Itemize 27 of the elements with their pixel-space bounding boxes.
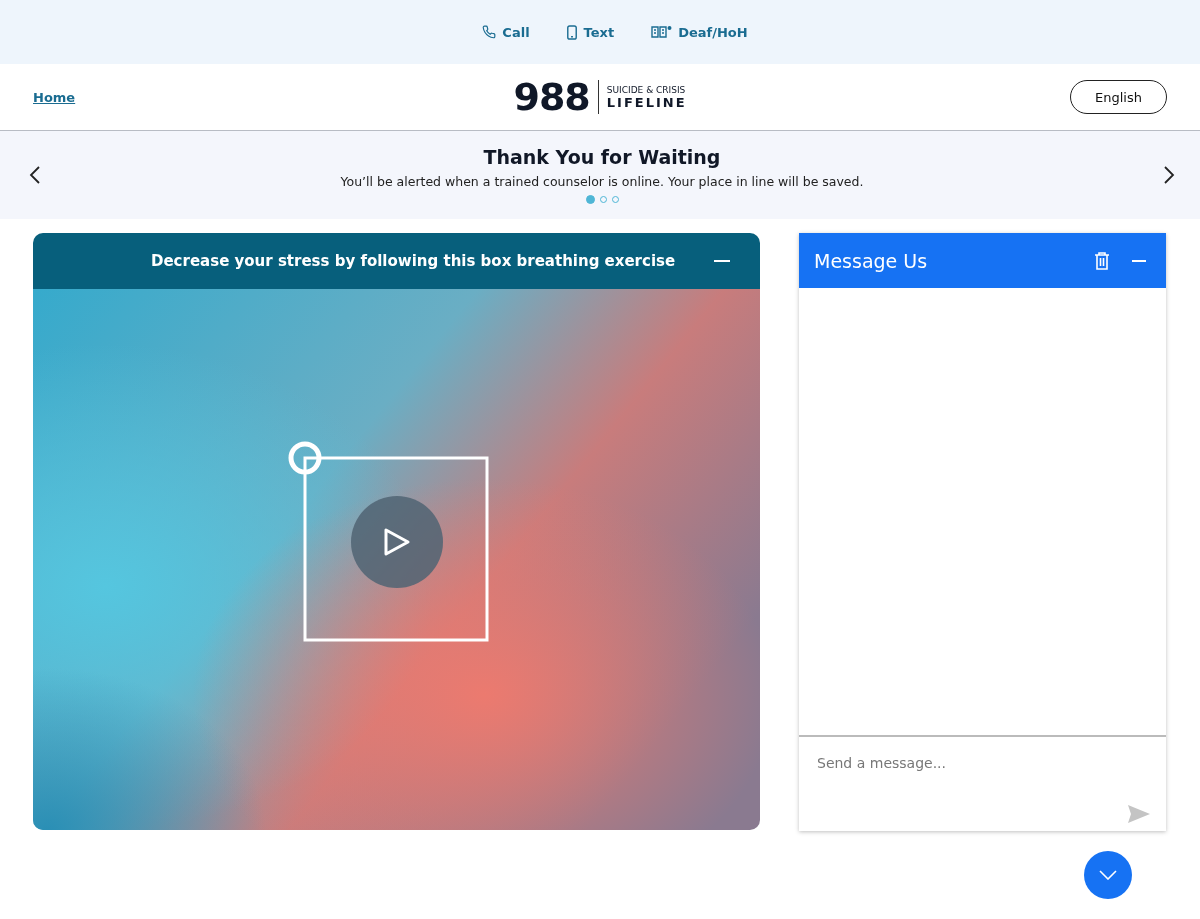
- logo-wordmark: LIFELINE: [606, 94, 687, 110]
- logo-number: 988: [513, 75, 590, 119]
- banner-message: You’ll be alerted when a trained counselor is online. Your place in line will be saved.: [340, 174, 864, 189]
- contact-link[interactable]: Text: [565, 24, 615, 40]
- banner-title: Thank You for Waiting: [483, 146, 721, 168]
- mobile-phone-icon: [565, 24, 578, 40]
- home-link[interactable]: Home: [33, 89, 76, 105]
- carousel-dot[interactable]: [585, 195, 595, 204]
- minus-icon: [714, 260, 730, 262]
- minus-icon: [1132, 259, 1146, 262]
- card-title: Decrease your stress by following this box breathing exercise: [151, 252, 676, 270]
- trash-icon: [1094, 251, 1110, 270]
- language-button[interactable]: English: [1070, 80, 1167, 114]
- chat-title: Message Us: [814, 249, 929, 272]
- chevron-right-icon: [1162, 165, 1176, 185]
- logo-tagline: SUICIDE & CRISIS: [606, 84, 687, 95]
- contact-link[interactable]: Deaf/HoH: [650, 24, 748, 40]
- sign-language-icon: [650, 25, 673, 39]
- delete-button[interactable]: [1094, 251, 1110, 270]
- minimize-button[interactable]: [1132, 259, 1146, 262]
- phone-icon: [482, 25, 497, 39]
- logo-divider: [597, 80, 599, 114]
- contact-link[interactable]: Call: [482, 24, 530, 40]
- scroll-down-button[interactable]: [1084, 851, 1132, 899]
- play-icon: [383, 527, 411, 557]
- chevron-left-icon: [28, 165, 42, 185]
- chevron-down-icon: [1099, 870, 1117, 880]
